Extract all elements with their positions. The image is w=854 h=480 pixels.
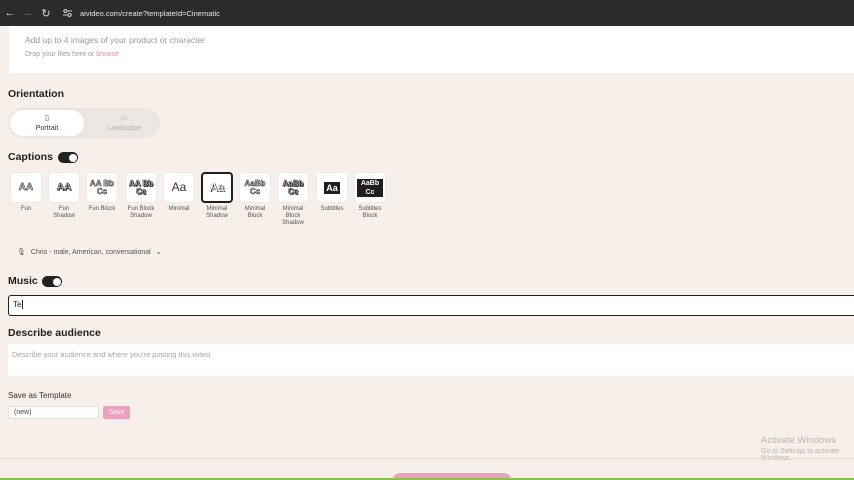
browse-link[interactable]: browse — [96, 51, 119, 58]
music-input-value: Te — [13, 300, 22, 309]
caption-sample: AA Bb Cc — [89, 178, 115, 196]
save-template-button[interactable]: Save — [103, 406, 130, 419]
voice-select[interactable]: 🎙︎ Chris - male, American, conversationa… — [17, 248, 162, 257]
captions-heading: Captions — [8, 151, 53, 163]
reload-icon[interactable]: ↻ — [38, 5, 54, 21]
orientation-landscape-option[interactable]: ▭ Landscape — [86, 108, 162, 138]
caption-style-label: Subtitles Block — [358, 206, 382, 219]
microphone-icon: 🎙︎ — [17, 249, 26, 256]
caption-style-tile: AaBb Cc — [354, 172, 386, 203]
caption-sample: AA — [56, 181, 72, 193]
orientation-portrait-option[interactable]: ▯ Portrait — [10, 110, 84, 136]
watermark-title: Activate Windows — [761, 435, 836, 446]
caption-style-tile: Aa — [316, 172, 348, 203]
back-icon[interactable]: ← — [2, 5, 18, 21]
image-upload-dropzone[interactable]: Add up to 4 images of your product or ch… — [8, 26, 854, 74]
site-info-icon[interactable] — [62, 7, 74, 19]
divider — [0, 458, 854, 459]
caption-style-fun[interactable]: AA Fun — [10, 172, 42, 213]
music-toggle[interactable] — [42, 276, 62, 287]
caption-style-tile: AA — [10, 172, 42, 203]
caption-style-tile: AaBb Cc — [277, 172, 309, 203]
landscape-icon: ▭ — [120, 114, 128, 122]
caption-style-label: Minimal Shadow — [206, 206, 228, 219]
caption-style-label: Minimal Block — [244, 206, 266, 219]
portrait-label: Portrait — [35, 124, 59, 132]
upload-title: Add up to 4 images of your product or ch… — [25, 35, 206, 45]
caption-sample: AaBb Cc — [357, 178, 383, 197]
caption-style-label: Fun — [20, 206, 32, 212]
caption-style-fun-shadow[interactable]: AA Fun Shadow — [48, 172, 80, 220]
audience-placeholder: Describe your audience and where you're … — [12, 350, 211, 359]
caption-style-fun-block-shadow[interactable]: AA Bb Cc Fun Block Shadow — [125, 172, 157, 220]
audience-textarea[interactable]: Describe your audience and where you're … — [8, 344, 854, 376]
caption-style-tile: AA — [48, 172, 80, 203]
caption-style-tile-selected: Aa — [201, 172, 233, 203]
landscape-label: Landscape — [106, 124, 142, 132]
watermark-subtitle: Go to Settings to activate Windows. — [761, 448, 840, 462]
chevron-down-icon: ⌄ — [155, 249, 162, 256]
caption-sample-block: AaBb Cc — [357, 178, 383, 197]
text-caret — [21, 300, 23, 310]
caption-style-tile: Aa — [163, 172, 195, 203]
caption-style-minimal-block-shadow[interactable]: AaBb Cc Minimal Block Shadow — [277, 172, 309, 227]
save-template-label: Save as Template — [8, 391, 72, 400]
url-text[interactable]: aivideo.com/create?templateId=Cinematic — [80, 9, 220, 18]
caption-sample: AaBb Cc — [282, 178, 304, 196]
caption-sample: AA — [18, 181, 34, 193]
caption-style-fun-block[interactable]: AA Bb Cc Fun Block — [86, 172, 118, 213]
captions-toggle[interactable] — [58, 152, 78, 163]
browser-toolbar: ← → ↻ aivideo.com/create?templateId=Cine… — [0, 0, 854, 26]
music-heading: Music — [8, 275, 38, 287]
music-input[interactable]: Te — [8, 295, 854, 316]
caption-sample: Aa — [209, 180, 225, 194]
voice-value: Chris - male, American, conversational — [30, 248, 151, 256]
caption-style-subtitles[interactable]: Aa Subtitles — [316, 172, 348, 213]
caption-style-label: Subtitles — [320, 206, 344, 212]
caption-style-tile: AaBb Cc — [239, 172, 271, 203]
caption-style-subtitles-block[interactable]: AaBb Cc Subtitles Block — [354, 172, 386, 220]
caption-style-minimal-shadow[interactable]: Aa Minimal Shadow — [201, 172, 233, 220]
caption-style-label: Minimal — [168, 206, 190, 212]
upload-subtitle: Drop your files here or browse — [25, 51, 119, 58]
caption-style-minimal[interactable]: Aa Minimal — [163, 172, 195, 213]
caption-style-tile: AA Bb Cc — [86, 172, 118, 203]
caption-style-label: Fun Shadow — [53, 206, 75, 219]
caption-sample: Aa — [324, 181, 340, 194]
template-name-input[interactable]: (new) — [8, 406, 99, 419]
caption-style-label: Fun Block Shadow — [127, 206, 155, 219]
orientation-heading: Orientation — [8, 88, 65, 100]
caption-style-label: Minimal Block Shadow — [282, 206, 304, 226]
caption-style-tile: AA Bb Cc — [125, 172, 157, 203]
address-bar[interactable]: aivideo.com/create?templateId=Cinematic — [62, 7, 220, 19]
caption-style-minimal-block[interactable]: AaBb Cc Minimal Block — [239, 172, 271, 220]
portrait-icon: ▯ — [45, 114, 49, 122]
caption-sample: AaBb Cc — [244, 178, 266, 196]
forward-icon[interactable]: → — [20, 5, 36, 21]
toggle-knob — [68, 153, 77, 162]
caption-sample: Aa — [171, 180, 187, 194]
upload-subtitle-text: Drop your files here or — [25, 51, 97, 58]
caption-style-label: Fun Block — [88, 206, 116, 212]
orientation-toggle: ▯ Portrait ▭ Landscape — [8, 108, 160, 138]
toggle-knob — [52, 277, 61, 286]
caption-sample: AA Bb Cc — [128, 178, 154, 196]
audience-heading: Describe audience — [8, 327, 101, 339]
